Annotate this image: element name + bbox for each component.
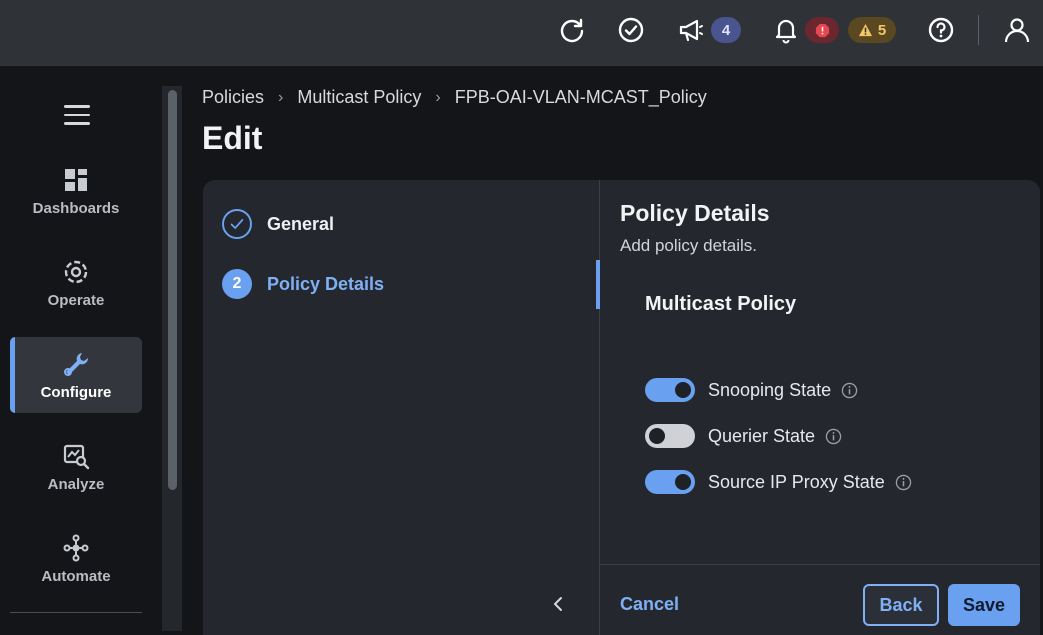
step-general[interactable]: General bbox=[222, 209, 334, 239]
toggle-label: Snooping State bbox=[708, 379, 832, 400]
step-number: 2 bbox=[222, 269, 252, 299]
page-title: Edit bbox=[202, 120, 263, 156]
nav-item-analyze[interactable]: Analyze bbox=[10, 429, 142, 505]
user-icon[interactable] bbox=[1003, 16, 1031, 44]
scrollbar-thumb[interactable] bbox=[168, 90, 177, 490]
toggle-row-source-ip-proxy-state: Source IP Proxy State bbox=[645, 470, 912, 494]
save-button[interactable]: Save bbox=[948, 584, 1020, 626]
details-subtitle: Add policy details. bbox=[620, 236, 758, 255]
breadcrumb-current: FPB-OAI-VLAN-MCAST_Policy bbox=[454, 87, 707, 107]
topbar-divider bbox=[978, 15, 979, 45]
warning-badge[interactable]: 5 bbox=[848, 17, 896, 43]
wizard-divider bbox=[599, 180, 600, 635]
section-title: Multicast Policy bbox=[645, 293, 797, 315]
snooping-state-toggle[interactable] bbox=[645, 378, 695, 402]
breadcrumb-separator-icon: › bbox=[435, 88, 441, 106]
step-policy-details[interactable]: 2 Policy Details bbox=[222, 269, 384, 299]
back-button[interactable]: Back bbox=[863, 584, 939, 626]
operate-icon bbox=[64, 260, 88, 283]
footer-divider bbox=[600, 564, 1040, 565]
toggle-row-querier-state: Querier State bbox=[645, 424, 842, 448]
source-ip-proxy-state-toggle[interactable] bbox=[645, 470, 695, 494]
hamburger-menu-icon[interactable] bbox=[64, 105, 90, 125]
querier-state-toggle[interactable] bbox=[645, 424, 695, 448]
nav-item-operate[interactable]: Operate bbox=[10, 245, 142, 321]
step-label: Policy Details bbox=[267, 273, 385, 294]
breadcrumb: Policies › Multicast Policy › FPB-OAI-VL… bbox=[202, 87, 707, 108]
announcements-badge[interactable]: 4 bbox=[711, 17, 741, 43]
nav-item-dashboards[interactable]: Dashboards bbox=[10, 153, 142, 229]
chevron-left-icon[interactable] bbox=[548, 594, 568, 614]
nav-label: Analyze bbox=[47, 475, 105, 493]
refresh-icon[interactable] bbox=[558, 16, 586, 44]
warning-triangle-icon bbox=[858, 23, 872, 36]
nav-label: Configure bbox=[40, 383, 112, 401]
megaphone-icon[interactable] bbox=[677, 16, 705, 44]
nav-divider bbox=[10, 612, 142, 613]
toggle-label: Querier State bbox=[708, 425, 816, 446]
toggle-label: Source IP Proxy State bbox=[708, 471, 885, 492]
automate-icon bbox=[63, 534, 89, 561]
top-bar: 4 5 bbox=[0, 0, 1043, 66]
info-icon[interactable] bbox=[895, 474, 912, 491]
breadcrumb-separator-icon: › bbox=[278, 88, 284, 106]
step-label: General bbox=[267, 213, 335, 234]
step-complete-check-icon bbox=[222, 209, 252, 239]
info-icon[interactable] bbox=[841, 382, 858, 399]
nav-label: Automate bbox=[41, 567, 111, 585]
breadcrumb-policies[interactable]: Policies bbox=[202, 87, 264, 108]
toggle-row-snooping-state: Snooping State bbox=[645, 378, 858, 402]
error-badge[interactable] bbox=[805, 17, 839, 43]
wrench-icon bbox=[64, 352, 89, 376]
check-circle-icon[interactable] bbox=[617, 16, 645, 44]
details-title: Policy Details bbox=[620, 200, 770, 226]
help-icon[interactable] bbox=[927, 16, 955, 44]
error-octagon-icon bbox=[815, 23, 829, 37]
nav-label: Operate bbox=[47, 291, 105, 309]
nav-label: Dashboards bbox=[32, 199, 120, 217]
active-section-indicator bbox=[596, 260, 600, 309]
info-icon[interactable] bbox=[825, 428, 842, 445]
dashboards-icon bbox=[65, 168, 87, 191]
nav-item-automate[interactable]: Automate bbox=[10, 521, 142, 597]
nav-item-configure[interactable]: Configure bbox=[10, 337, 142, 413]
warnings-count: 5 bbox=[877, 21, 887, 39]
breadcrumb-multicast-policy[interactable]: Multicast Policy bbox=[297, 87, 421, 108]
bell-icon[interactable] bbox=[772, 16, 800, 44]
analyze-icon bbox=[63, 444, 90, 469]
cancel-button[interactable]: Cancel bbox=[620, 594, 679, 615]
